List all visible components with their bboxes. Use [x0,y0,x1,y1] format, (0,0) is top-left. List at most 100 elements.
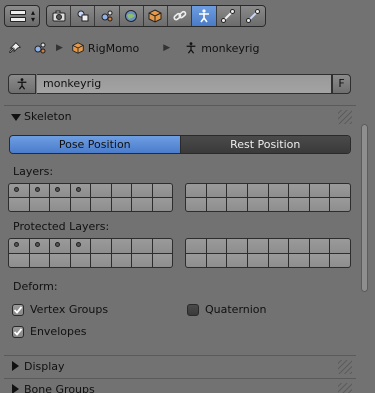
quaternion-toggle[interactable]: Quaternion [187,303,267,316]
layer-button[interactable] [29,184,49,197]
constraints-tab[interactable] [168,6,193,26]
layer-button[interactable] [152,253,172,267]
layer-button[interactable] [206,184,227,197]
pose-position-button[interactable]: Pose Position [10,136,181,153]
panel-grip-icon[interactable] [338,110,352,124]
layer-button[interactable] [330,253,350,267]
layer-button[interactable] [29,253,49,267]
checkbox[interactable] [12,303,24,316]
layer-button[interactable] [247,184,268,197]
layer-button[interactable] [50,253,70,267]
layer-button[interactable] [247,253,268,267]
editor-type-button[interactable]: ▴ ▾ [4,5,40,27]
bone-tab[interactable] [216,6,241,26]
layer-button[interactable] [132,253,152,267]
layer-button[interactable] [309,184,330,197]
layer-used-dot-icon [14,187,19,192]
layer-button[interactable] [206,253,227,267]
layer-button[interactable] [111,253,131,267]
layer-button[interactable] [111,198,131,211]
layer-button[interactable] [227,253,247,267]
check-icon [13,305,23,314]
layer-button[interactable] [91,239,111,253]
layer-button[interactable] [152,239,172,253]
layer-button[interactable] [309,198,330,211]
layer-button[interactable] [268,239,289,253]
layer-button[interactable] [9,253,29,267]
layer-button[interactable] [70,198,90,211]
layer-button[interactable] [309,253,330,267]
layer-button[interactable] [132,184,152,197]
pin-icon[interactable] [8,41,22,55]
layer-button[interactable] [111,239,131,253]
checkbox[interactable] [12,325,24,338]
layers-label: Layers: [13,165,54,178]
panel-grip-icon[interactable] [338,383,352,393]
layer-button[interactable] [268,184,289,197]
layer-button[interactable] [186,184,206,197]
fake-user-button[interactable]: F [332,74,351,94]
cube-icon [72,42,84,54]
layer-button[interactable] [227,239,247,253]
layer-button[interactable] [50,198,70,211]
layer-button[interactable] [91,198,111,211]
layer-button[interactable] [247,198,268,211]
armature-browse-button[interactable] [8,74,36,94]
armature-name-row: monkeyrig F [8,74,351,94]
scrollbar[interactable] [361,124,368,292]
layer-button[interactable] [91,253,111,267]
layer-button[interactable] [186,198,206,211]
layer-button[interactable] [330,198,350,211]
envelopes-toggle[interactable]: Envelopes [12,325,86,338]
layer-button[interactable] [330,239,350,253]
display-panel-header[interactable]: Display [4,355,356,377]
scene-tab[interactable] [95,6,120,26]
world-tab[interactable] [119,6,144,26]
layer-button[interactable] [91,184,111,197]
bone-constraints-tab[interactable] [240,6,265,26]
render-tab[interactable] [47,6,72,26]
layer-button[interactable] [50,184,70,197]
panel-grip-icon[interactable] [338,360,352,374]
layer-button[interactable] [309,239,330,253]
layer-button[interactable] [227,198,247,211]
layer-button[interactable] [289,253,309,267]
layer-button[interactable] [206,239,227,253]
layer-button[interactable] [132,198,152,211]
layer-button[interactable] [330,184,350,197]
layer-button[interactable] [186,253,206,267]
armature-data-tab[interactable] [192,6,217,26]
rest-position-button[interactable]: Rest Position [180,136,350,153]
layer-button[interactable] [29,198,49,211]
layer-button[interactable] [70,253,90,267]
layer-button[interactable] [289,184,309,197]
layer-button[interactable] [152,184,172,197]
layer-button[interactable] [70,239,90,253]
vertex-groups-toggle[interactable]: Vertex Groups [12,303,108,316]
checkbox[interactable] [187,303,199,316]
layer-button[interactable] [9,184,29,197]
layer-button[interactable] [70,184,90,197]
layer-button[interactable] [268,253,289,267]
layer-button[interactable] [132,239,152,253]
layer-button[interactable] [29,239,49,253]
skeleton-panel-header[interactable]: Skeleton [4,106,356,128]
layer-button[interactable] [9,239,29,253]
bone-groups-panel-title: Bone Groups [24,383,95,393]
layer-button[interactable] [111,184,131,197]
render-layers-tab[interactable] [71,6,96,26]
layer-button[interactable] [289,198,309,211]
properties-header: ▴ ▾ [0,0,375,32]
layer-button[interactable] [247,239,268,253]
layer-button[interactable] [268,198,289,211]
layer-button[interactable] [9,198,29,211]
layer-button[interactable] [50,239,70,253]
bone-groups-panel-header[interactable]: Bone Groups [4,378,356,393]
layer-button[interactable] [289,239,309,253]
layer-button[interactable] [206,198,227,211]
layer-button[interactable] [227,184,247,197]
layer-button[interactable] [152,198,172,211]
layer-button[interactable] [186,239,206,253]
object-tab[interactable] [143,6,169,26]
armature-name-input[interactable]: monkeyrig [37,74,332,94]
